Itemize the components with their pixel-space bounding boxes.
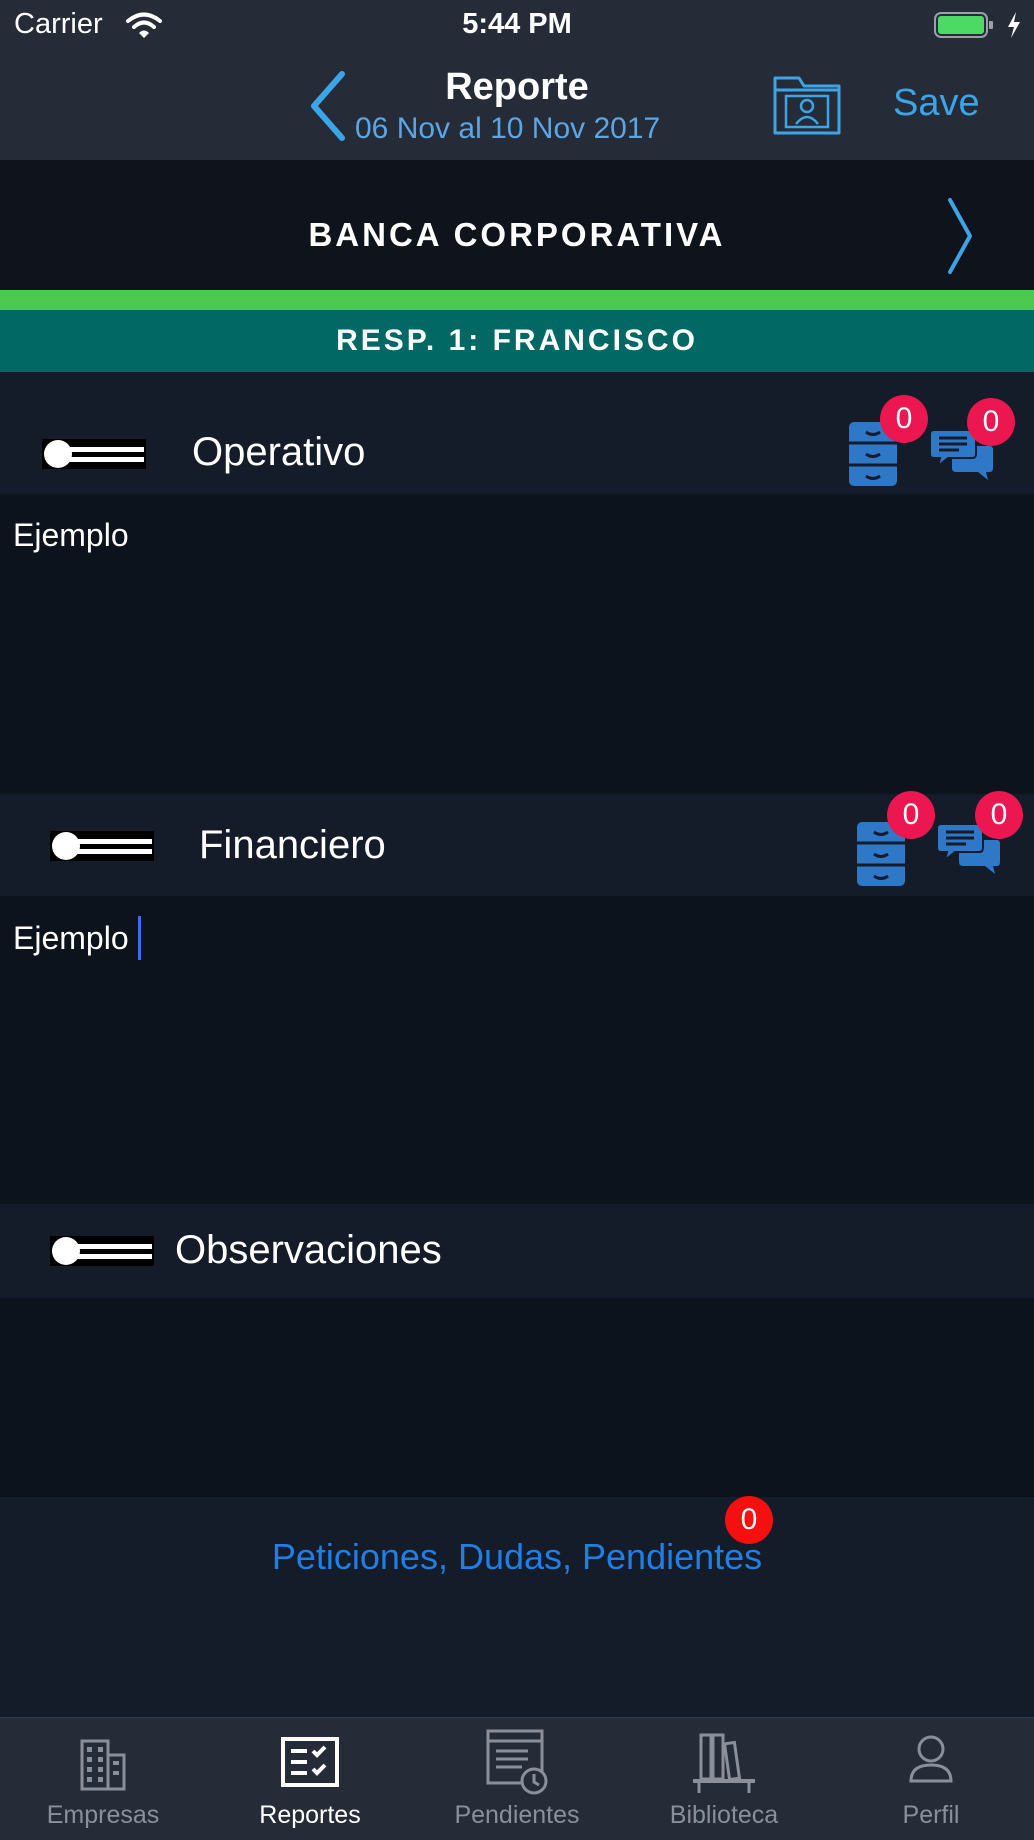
company-title: BANCA CORPORATIVA [308, 216, 726, 253]
responsible-label: RESP. 1: FRANCISCO [336, 324, 698, 357]
person-icon [909, 1735, 953, 1783]
section-title: Financiero [199, 823, 386, 867]
tab-label: Reportes [259, 1801, 361, 1829]
library-books-icon [693, 1733, 755, 1793]
requests-area [0, 1497, 1034, 1717]
tab-empresas[interactable]: Empresas [0, 1717, 206, 1839]
battery-icon [934, 12, 993, 38]
tab-label: Biblioteca [669, 1801, 779, 1829]
tab-perfil[interactable]: Perfil [828, 1717, 1034, 1839]
section-title: Operativo [192, 430, 366, 474]
tab-label: Pendientes [454, 1801, 580, 1829]
requests-link[interactable]: Peticiones, Dudas, Pendientes [0, 1536, 1034, 1578]
building-icon [80, 1739, 126, 1791]
contact-folder-icon[interactable] [772, 72, 842, 136]
files-count-badge: 0 [887, 791, 935, 839]
tab-pendientes[interactable]: Pendientes [414, 1717, 620, 1839]
page-title: Reporte [445, 66, 589, 108]
tab-reportes[interactable]: Reportes [207, 1717, 413, 1839]
charging-icon [1008, 12, 1020, 38]
requests-count-badge: 0 [725, 1496, 773, 1544]
toggle-switch-operativo[interactable] [42, 439, 146, 469]
section-text: Ejemplo [13, 920, 129, 956]
tab-biblioteca[interactable]: Biblioteca [621, 1717, 827, 1839]
tab-label: Perfil [902, 1801, 960, 1829]
comments-count-badge: 0 [975, 791, 1023, 839]
section-body-financiero[interactable] [0, 896, 1034, 1204]
next-chevron-icon[interactable] [944, 196, 976, 276]
status-time: 5:44 PM [462, 8, 572, 40]
status-strip [0, 290, 1034, 310]
pending-clock-icon [486, 1729, 548, 1795]
section-text: Ejemplo [13, 517, 129, 553]
section-header-observaciones [0, 1204, 1034, 1298]
section-body-operativo[interactable] [0, 494, 1034, 794]
section-body-observaciones[interactable] [0, 1298, 1034, 1497]
toggle-switch-observaciones[interactable] [50, 1236, 154, 1266]
text-cursor [138, 916, 141, 960]
toggle-switch-financiero[interactable] [50, 831, 154, 861]
date-range-subtitle: 06 Nov al 10 Nov 2017 [355, 112, 661, 145]
files-count-badge: 0 [880, 395, 928, 443]
save-button[interactable]: Save [893, 82, 980, 125]
checklist-icon [281, 1737, 339, 1787]
tab-label: Empresas [46, 1801, 160, 1829]
comments-count-badge: 0 [967, 398, 1015, 446]
section-title: Observaciones [175, 1228, 442, 1272]
